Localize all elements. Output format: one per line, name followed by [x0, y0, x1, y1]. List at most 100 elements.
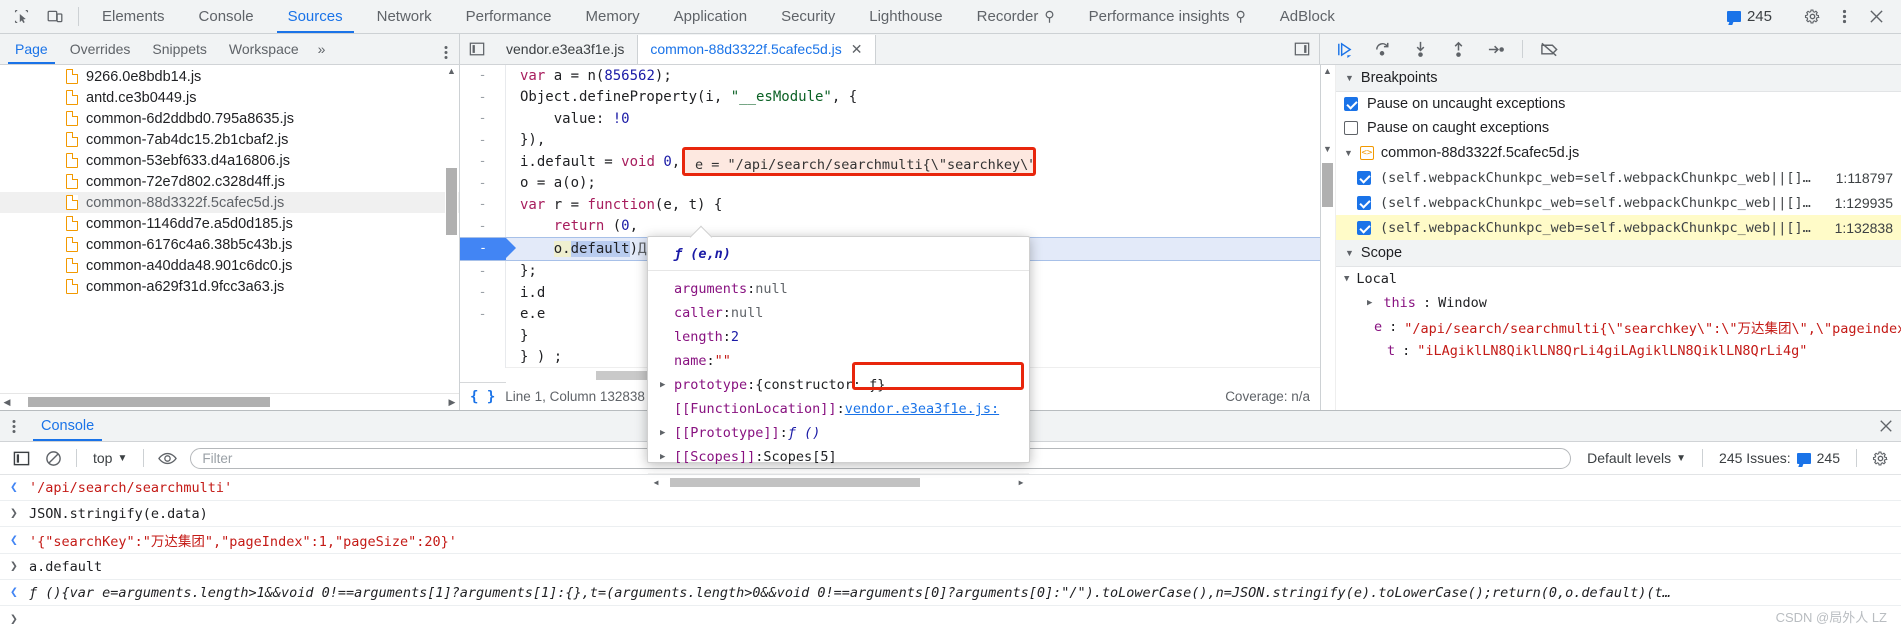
popover-property-row[interactable]: length: 2 — [648, 325, 1029, 349]
scroll-up-arrow-icon[interactable]: ▲ — [445, 65, 458, 78]
file-tree-item[interactable]: common-7ab4dc15.2b1cbaf2.js — [0, 129, 459, 150]
popover-property-row[interactable]: [[FunctionLocation]]: vendor.e3ea3f1e.js… — [648, 397, 1029, 421]
clear-console-icon[interactable] — [38, 445, 68, 471]
popover-property-row[interactable]: caller: null — [648, 301, 1029, 325]
tab-recorder[interactable]: Recorder ⚲ — [960, 0, 1072, 33]
device-toolbar-icon[interactable] — [38, 0, 72, 33]
chevron-right-icon[interactable]: ▶ — [660, 452, 665, 462]
checkbox[interactable] — [1357, 220, 1371, 235]
scope-variable-row[interactable]: e: "/api/search/searchmulti{\"searchkey\… — [1335, 315, 1901, 339]
navigator-horizontal-scrollbar[interactable]: ◀ ▶ — [0, 393, 459, 410]
file-tree-item[interactable]: common-a40dda48.901c6dc0.js — [0, 255, 459, 276]
tab-network[interactable]: Network — [360, 0, 449, 33]
console-input-message[interactable]: ❯ JSON.stringify(e.data) — [0, 501, 1901, 527]
tab-console[interactable]: Console — [182, 0, 271, 33]
nav-tab-overrides[interactable]: Overrides — [59, 35, 142, 64]
console-output-message[interactable]: ❮ ƒ (){var e=arguments.length>1&&void 0!=… — [0, 580, 1901, 606]
scrollbar-thumb[interactable] — [446, 168, 457, 235]
checkbox[interactable] — [1344, 121, 1358, 135]
tab-memory[interactable]: Memory — [569, 0, 657, 33]
scrollbar-thumb[interactable] — [670, 478, 920, 487]
drawer-tab-console[interactable]: Console — [28, 411, 107, 441]
step-into-next-function-call-icon[interactable] — [1402, 35, 1438, 63]
breakpoints-section-header[interactable]: ▼ Breakpoints — [1335, 65, 1901, 92]
scope-variable-row[interactable]: t: "iLAgiklLN8QiklLN8QrLi4giLAgiklLN8Qik… — [1335, 339, 1901, 363]
popover-property-row[interactable]: ▶ [[Scopes]]: Scopes[5] — [648, 445, 1029, 469]
debugger-vertical-scrollbar[interactable]: ▲ ▼ — [1321, 65, 1336, 410]
file-tree-item[interactable]: common-1146dd7e.a5d0d185.js — [0, 213, 459, 234]
breakpoint-row[interactable]: (self.webpackChunkpc_web=self.webpackChu… — [1335, 215, 1901, 240]
file-tree-item[interactable]: common-72e7d802.c328d4ff.js — [0, 171, 459, 192]
gear-icon[interactable] — [1797, 2, 1827, 32]
scroll-left-arrow-icon[interactable]: ◀ — [650, 474, 662, 491]
step-over-next-function-call-icon[interactable] — [1364, 35, 1400, 63]
tab-performance[interactable]: Performance — [449, 0, 569, 33]
scope-section-header[interactable]: ▼ Scope — [1335, 240, 1901, 267]
popover-horizontal-scrollbar[interactable]: ◀ ▶ — [648, 473, 1029, 487]
checkbox[interactable] — [1357, 195, 1371, 210]
line-gutter[interactable]: - — [460, 260, 506, 282]
code-line[interactable]: - var r = function(e, t) { — [460, 194, 1320, 216]
code-line[interactable]: - Object.defineProperty(i, "__esModule", … — [460, 86, 1320, 108]
code-line[interactable]: - return (0, — [460, 215, 1320, 237]
popover-property-row[interactable]: name: "" — [648, 349, 1029, 373]
breakpoint-file-group[interactable]: ▼ <> common-88d3322f.5cafec5d.js — [1335, 140, 1901, 165]
line-gutter[interactable]: - — [460, 215, 506, 237]
file-tree-item[interactable]: common-a629f31d.9fcc3a63.js — [0, 276, 459, 297]
navigator-vertical-scrollbar[interactable]: ▲ ▼ — [445, 65, 458, 410]
file-tree-item[interactable]: antd.ce3b0449.js — [0, 87, 459, 108]
console-issues-button[interactable]: 245 Issues: 245 — [1711, 450, 1848, 466]
close-tab-icon[interactable]: ✕ — [851, 41, 863, 58]
tab-application[interactable]: Application — [657, 0, 764, 33]
breakpoint-row[interactable]: (self.webpackChunkpc_web=self.webpackChu… — [1335, 190, 1901, 215]
console-output-message[interactable]: ❮ '{"searchKey":"万达集团","pageIndex":1,"pag… — [0, 527, 1901, 554]
popover-property-row[interactable]: ▶ [[Prototype]]: ƒ () — [648, 421, 1029, 445]
console-sidebar-icon[interactable] — [6, 445, 36, 471]
tab-elements[interactable]: Elements — [85, 0, 182, 33]
line-gutter[interactable]: - — [460, 282, 506, 304]
tab-performance-insights[interactable]: Performance insights ⚲ — [1072, 0, 1263, 33]
code-line[interactable]: - value: !0 — [460, 108, 1320, 130]
drawer-kebab-menu-icon[interactable] — [0, 411, 28, 441]
file-tree-item[interactable]: common-6176c4a6.38b5c43b.js — [0, 234, 459, 255]
line-gutter[interactable]: - — [460, 151, 506, 173]
scrollbar-thumb[interactable] — [28, 397, 270, 407]
tab-security[interactable]: Security — [764, 0, 852, 33]
file-tree-item[interactable]: common-88d3322f.5cafec5d.js — [0, 192, 459, 213]
nav-tab-page[interactable]: Page — [4, 35, 59, 64]
live-expression-eye-icon[interactable] — [152, 445, 182, 471]
console-input-message[interactable]: ❯ a.default — [0, 554, 1901, 580]
console-prompt[interactable]: ❯ — [0, 606, 1901, 632]
issues-counter-button[interactable]: 245 — [1719, 8, 1780, 25]
editor-tab-common-88d3322f[interactable]: common-88d3322f.5cafec5d.js ✕ — [637, 34, 876, 64]
nav-tab-snippets[interactable]: Snippets — [141, 35, 217, 64]
deactivate-breakpoints-icon[interactable] — [1531, 35, 1567, 63]
object-preview-popover[interactable]: ƒ (e,n) arguments: null caller: null lengt… — [647, 225, 1030, 487]
popover-property-row[interactable]: arguments: null — [648, 277, 1029, 301]
scroll-right-arrow-icon[interactable]: ▶ — [1015, 474, 1027, 491]
checkbox[interactable] — [1344, 97, 1358, 111]
pause-on-caught-exceptions-row[interactable]: Pause on caught exceptions — [1335, 116, 1901, 140]
scope-local-header[interactable]: ▼ Local — [1335, 267, 1901, 291]
breakpoint-row[interactable]: (self.webpackChunkpc_web=self.webpackChu… — [1335, 165, 1901, 190]
tab-sources[interactable]: Sources — [271, 0, 360, 33]
line-gutter[interactable] — [460, 346, 506, 368]
drawer-close-icon[interactable] — [1871, 411, 1901, 441]
console-output-message[interactable]: ❮ '/api/search/searchmulti' — [0, 475, 1901, 501]
show-navigator-icon[interactable] — [460, 41, 494, 57]
nav-more-tabs-chevron-icon[interactable]: » — [310, 35, 334, 64]
scroll-down-arrow-icon[interactable]: ▼ — [1321, 143, 1334, 156]
line-gutter[interactable]: - — [460, 86, 506, 108]
line-gutter[interactable]: - — [460, 129, 506, 151]
close-icon[interactable] — [1861, 2, 1891, 32]
scroll-left-arrow-icon[interactable]: ◀ — [0, 394, 14, 410]
property-value[interactable]: vendor.e3ea3f1e.js: — [845, 401, 999, 417]
kebab-menu-icon[interactable] — [1829, 2, 1859, 32]
navigator-kebab-menu-icon[interactable] — [433, 38, 459, 60]
line-gutter[interactable]: - — [460, 238, 516, 260]
chevron-right-icon[interactable]: ▶ — [660, 428, 665, 438]
console-log-levels-selector[interactable]: Default levels ▼ — [1579, 450, 1694, 466]
scroll-right-arrow-icon[interactable]: ▶ — [445, 394, 459, 410]
editor-tab-vendor[interactable]: vendor.e3ea3f1e.js — [494, 35, 637, 64]
tab-lighthouse[interactable]: Lighthouse — [852, 0, 959, 33]
